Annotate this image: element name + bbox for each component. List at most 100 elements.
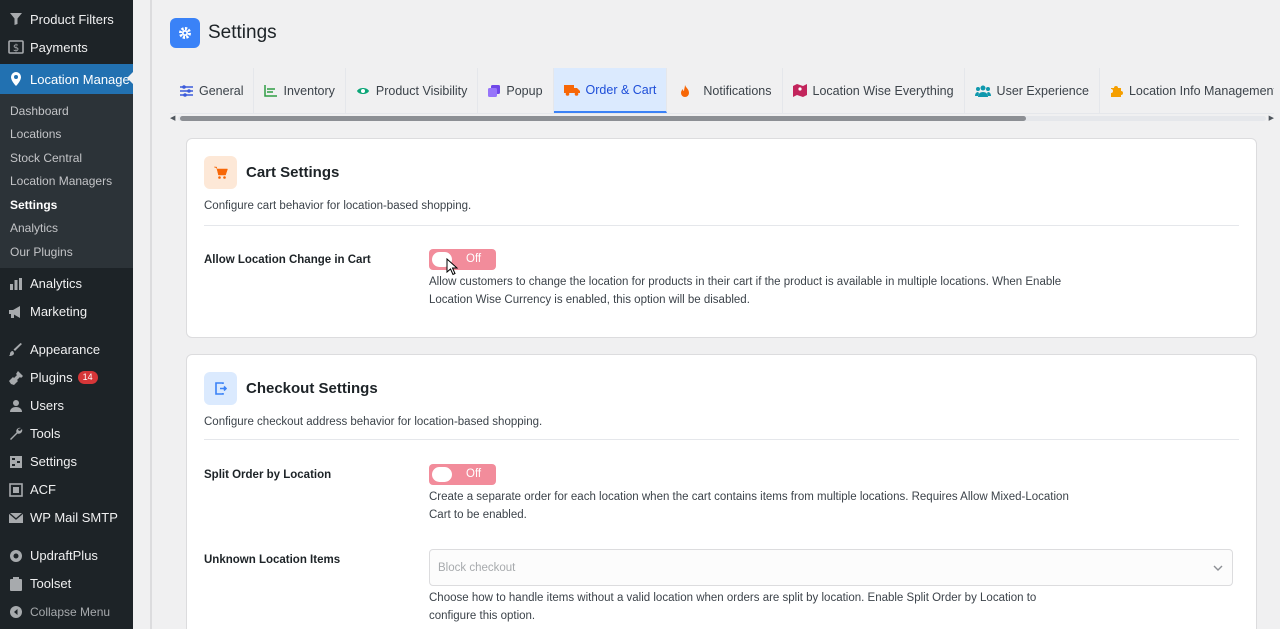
- unknown-location-items-select[interactable]: Block checkout: [429, 549, 1233, 586]
- collapse-menu-button[interactable]: Collapse Menu: [0, 598, 133, 626]
- split-order-help: Create a separate order for each locatio…: [429, 491, 1069, 521]
- tab-user-experience[interactable]: User Experience: [965, 68, 1100, 113]
- tab-notifications[interactable]: Notifications: [667, 68, 783, 113]
- scrollbar-thumb[interactable]: [180, 116, 1026, 121]
- menu-label: Payments: [30, 39, 88, 55]
- cart-settings-card: Cart Settings Configure cart behavior fo…: [186, 138, 1257, 338]
- location-pin-icon: [7, 70, 25, 88]
- plug-icon: [7, 369, 25, 387]
- tab-product-visibility[interactable]: Product Visibility: [346, 68, 479, 113]
- split-order-label: Split Order by Location: [204, 469, 332, 481]
- scroll-right-arrow-icon[interactable]: ▶: [1269, 114, 1274, 122]
- menu-settings[interactable]: Settings: [0, 448, 133, 476]
- card-description: Configure checkout address behavior for …: [204, 416, 543, 428]
- menu-label: ACF: [30, 482, 56, 497]
- cart-icon: [204, 156, 237, 189]
- flame-icon: [681, 84, 690, 97]
- map-icon: [792, 84, 807, 97]
- card-title: Checkout Settings: [246, 380, 378, 397]
- mouse-cursor-icon: [446, 257, 459, 279]
- menu-marketing[interactable]: Marketing: [0, 298, 133, 326]
- updraft-icon: [7, 547, 25, 565]
- checkout-settings-card: Checkout Settings Configure checkout add…: [186, 354, 1257, 629]
- tab-popup[interactable]: Popup: [478, 68, 554, 113]
- menu-appearance[interactable]: Appearance: [0, 336, 133, 364]
- users-icon: [7, 397, 25, 415]
- menu-label: WP Mail SMTP: [30, 510, 118, 525]
- settings-tabs: General Inventory Product Visibility Pop…: [170, 68, 1274, 114]
- menu-label: Plugins: [30, 370, 73, 385]
- menu-label: Location Manage: [30, 71, 130, 87]
- submenu-stock-central[interactable]: Stock Central: [0, 146, 133, 170]
- menu-label: Marketing: [30, 304, 88, 319]
- menu-label: Appearance: [30, 342, 101, 357]
- tab-general[interactable]: General: [170, 68, 255, 113]
- toggle-state-label: Off: [466, 468, 482, 480]
- menu-plugins[interactable]: Plugins 14: [0, 364, 133, 392]
- tab-label: Location Info Management: [1128, 83, 1274, 98]
- svg-text:$: $: [13, 43, 19, 54]
- menu-label: UpdraftPlus: [30, 548, 98, 563]
- menu-label: Users: [30, 398, 64, 413]
- submenu-location-managers[interactable]: Location Managers: [0, 170, 133, 194]
- layers-icon: [488, 84, 501, 97]
- dollar-icon: $: [7, 38, 25, 56]
- gear-icon: [170, 18, 200, 48]
- tab-label: Product Visibility: [375, 83, 468, 98]
- admin-sidebar: Product Filters $ Payments Location Mana…: [0, 0, 134, 629]
- mail-icon: [7, 509, 25, 527]
- tab-inventory[interactable]: Inventory: [254, 68, 346, 113]
- allow-location-change-help: Allow customers to change the location f…: [429, 276, 1062, 306]
- acf-icon: [7, 481, 25, 499]
- paintbrush-icon: [7, 341, 25, 359]
- menu-location-manage[interactable]: Location Manage: [0, 64, 134, 94]
- allow-location-change-toggle[interactable]: Off: [429, 249, 496, 270]
- tab-label: Location Wise Everything: [812, 83, 954, 98]
- tab-order-cart[interactable]: Order & Cart: [553, 68, 668, 113]
- menu-updraftplus[interactable]: UpdraftPlus: [0, 542, 133, 570]
- menu-analytics[interactable]: Analytics: [0, 270, 133, 298]
- page-header: Settings: [170, 18, 277, 48]
- menu-tools[interactable]: Tools: [0, 420, 133, 448]
- submenu-locations[interactable]: Locations: [0, 123, 133, 147]
- location-manage-submenu: Dashboard Locations Stock Central Locati…: [0, 94, 133, 268]
- toolset-icon: [7, 575, 25, 593]
- menu-payments[interactable]: $ Payments: [0, 33, 133, 61]
- menu-wp-mail-smtp[interactable]: WP Mail SMTP: [0, 504, 133, 532]
- submenu-analytics[interactable]: Analytics: [0, 217, 133, 241]
- menu-label: Toolset: [30, 576, 72, 591]
- tab-label: Popup: [506, 83, 543, 98]
- submenu-our-plugins[interactable]: Our Plugins: [0, 240, 133, 264]
- menu-users[interactable]: Users: [0, 392, 133, 420]
- checkout-exit-icon: [204, 372, 237, 405]
- scroll-left-arrow-icon[interactable]: ◀: [170, 114, 175, 122]
- menu-toolset[interactable]: Toolset: [0, 570, 133, 598]
- card-title: Cart Settings: [246, 164, 340, 181]
- submenu-settings[interactable]: Settings: [0, 193, 133, 217]
- chevron-down-icon: [1213, 562, 1223, 574]
- eye-icon: [356, 86, 370, 96]
- tab-label: Order & Cart: [585, 82, 657, 97]
- puzzle-icon: [1110, 84, 1123, 97]
- menu-label: Analytics: [30, 276, 83, 291]
- tab-location-info-management[interactable]: Location Info Management: [1100, 68, 1274, 113]
- megaphone-icon: [7, 303, 25, 321]
- menu-label: Product Filters: [30, 11, 114, 27]
- menu-product-filters[interactable]: Product Filters: [0, 5, 133, 33]
- menu-acf[interactable]: ACF: [0, 476, 133, 504]
- tab-location-wise-everything[interactable]: Location Wise Everything: [783, 68, 965, 113]
- allow-location-change-label: Allow Location Change in Cart: [204, 254, 371, 266]
- menu-label: Tools: [30, 426, 61, 441]
- plugins-update-badge: 14: [77, 371, 98, 384]
- tabs-scrollbar[interactable]: ◀ ▶: [170, 114, 1274, 122]
- unknown-location-items-label: Unknown Location Items: [204, 554, 341, 566]
- submenu-dashboard[interactable]: Dashboard: [0, 99, 133, 123]
- wrench-icon: [7, 425, 25, 443]
- split-order-toggle[interactable]: Off: [429, 464, 496, 485]
- users-icon: [974, 85, 991, 97]
- content-scroll-rail: [150, 0, 152, 629]
- bar-chart-icon: [7, 275, 25, 293]
- tab-label: Inventory: [283, 83, 335, 98]
- tab-label: General: [199, 83, 244, 98]
- settings-grid-icon: [7, 453, 25, 471]
